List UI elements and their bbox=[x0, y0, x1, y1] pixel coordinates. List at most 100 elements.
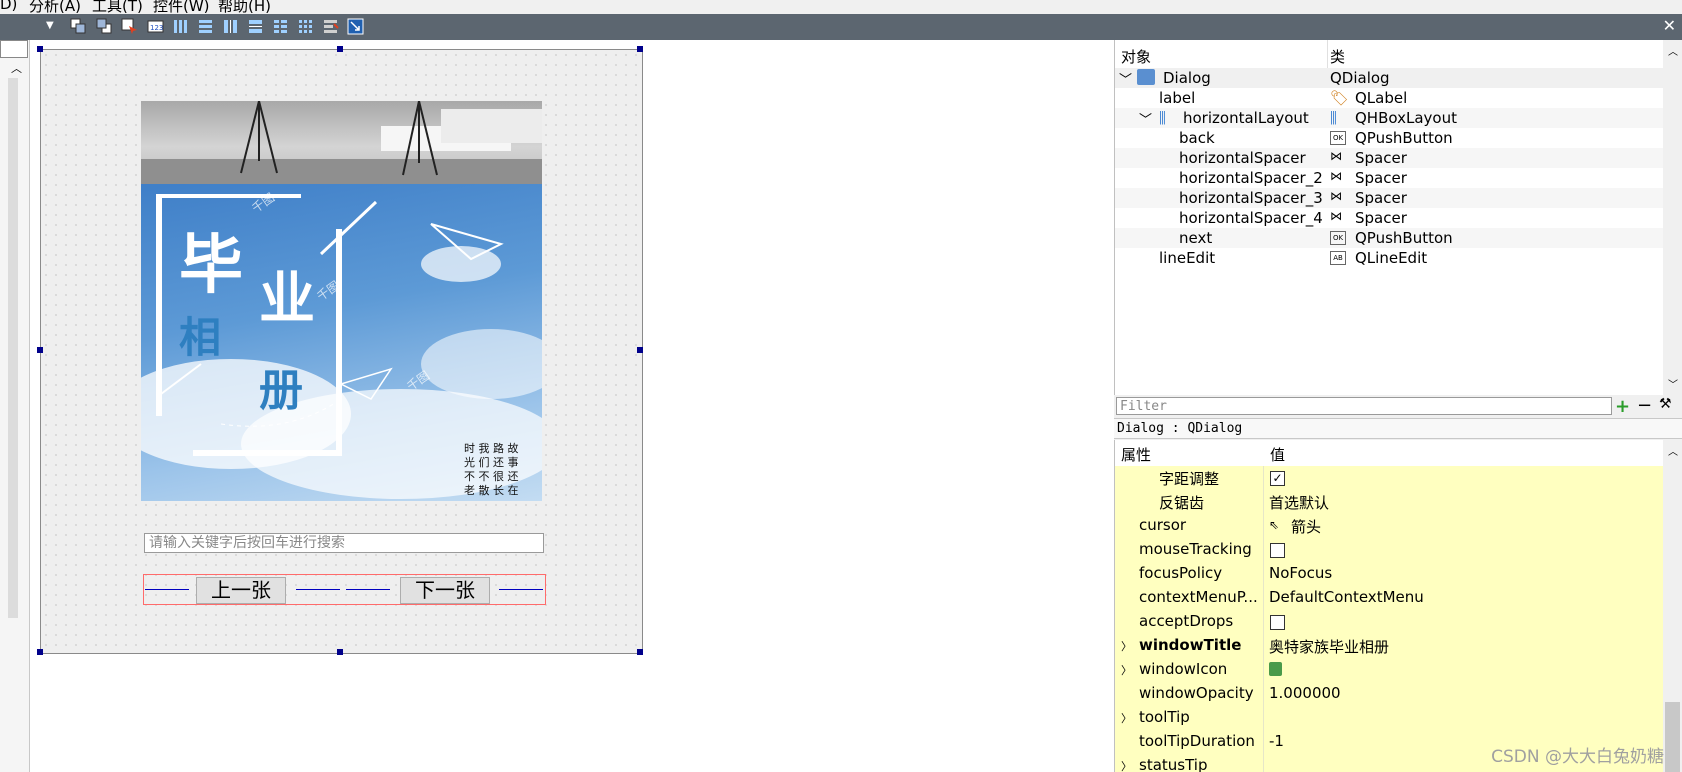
chevron-right-icon[interactable]: 〉 bbox=[1121, 758, 1132, 772]
remove-property-icon[interactable]: − bbox=[1637, 395, 1652, 416]
chevron-right-icon[interactable]: 〉 bbox=[1121, 662, 1132, 678]
object-row-next[interactable]: next OK QPushButton bbox=[1115, 228, 1664, 248]
chevron-down-icon[interactable]: ﹀ bbox=[1119, 69, 1132, 88]
kerning-checkbox[interactable]: ✓ bbox=[1270, 471, 1285, 486]
object-row-dialog[interactable]: ﹀ Dialog QDialog bbox=[1115, 68, 1664, 88]
property-row-acceptdrops[interactable]: acceptDrops bbox=[1115, 610, 1664, 635]
horizontal-spacer-3[interactable] bbox=[346, 589, 390, 592]
toolbar: ▼ 123 ✕ bbox=[0, 14, 1682, 40]
scroll-down-icon[interactable]: ﹀ bbox=[1668, 376, 1678, 391]
poster-char-2: 业 bbox=[259, 267, 315, 332]
layout-grid-icon[interactable] bbox=[297, 18, 314, 35]
property-filter-input[interactable]: Filter bbox=[1116, 397, 1612, 415]
menu-analyze[interactable]: 分析(A) bbox=[29, 0, 81, 14]
property-value[interactable]: 首选默认 bbox=[1269, 492, 1329, 513]
menu-help[interactable]: 帮助(H) bbox=[218, 0, 271, 14]
send-to-back-icon[interactable] bbox=[70, 18, 87, 35]
class-column-header[interactable]: 类 bbox=[1330, 46, 1345, 67]
horizontal-spacer-4[interactable] bbox=[499, 589, 543, 592]
edit-tab-order-icon[interactable]: 123 bbox=[147, 18, 164, 35]
room-scene-image bbox=[141, 101, 542, 184]
property-value[interactable]: DefaultContextMenu bbox=[1269, 588, 1424, 606]
object-row-horizontal-spacer[interactable]: horizontalSpacer ⋈ Spacer bbox=[1115, 148, 1664, 168]
mousetracking-checkbox[interactable] bbox=[1270, 543, 1285, 558]
selection-handle[interactable] bbox=[37, 347, 43, 353]
column-divider bbox=[1263, 754, 1264, 772]
property-value[interactable]: 奥特家族毕业相册 bbox=[1269, 636, 1389, 657]
property-column-header[interactable]: 属性 bbox=[1121, 444, 1151, 465]
property-value[interactable]: NoFocus bbox=[1269, 564, 1332, 582]
layout-splitter-horizontal-icon[interactable] bbox=[222, 18, 239, 35]
horizontal-spacer-2[interactable] bbox=[296, 589, 340, 592]
next-button[interactable]: 下一张 bbox=[400, 577, 490, 604]
widget-filter-field[interactable] bbox=[0, 40, 28, 58]
property-row-antialiasing[interactable]: 反锯齿 首选默认 bbox=[1115, 490, 1664, 515]
property-value[interactable]: -1 bbox=[1269, 732, 1284, 750]
property-row-windowicon[interactable]: 〉 windowIcon bbox=[1115, 658, 1664, 683]
layout-horizontal-icon[interactable] bbox=[172, 18, 189, 35]
chevron-right-icon[interactable]: 〉 bbox=[1121, 638, 1132, 654]
add-dynamic-property-icon[interactable]: + bbox=[1615, 396, 1630, 417]
property-row-cursor[interactable]: cursor ⇖ 箭头 bbox=[1115, 514, 1664, 539]
horizontal-spacer[interactable] bbox=[145, 589, 189, 592]
horizontal-layout[interactable]: 上一张 下一张 bbox=[143, 574, 546, 605]
adjust-size-icon[interactable] bbox=[347, 18, 364, 35]
layout-vertical-icon[interactable] bbox=[197, 18, 214, 35]
object-column-header[interactable]: 对象 bbox=[1121, 46, 1151, 67]
scroll-up-icon[interactable]: ︿ bbox=[1668, 43, 1678, 58]
toolbar-overflow-icon[interactable]: ▼ bbox=[46, 20, 63, 37]
scroll-up-icon[interactable]: ︿ bbox=[1668, 443, 1678, 458]
object-row-back[interactable]: back OK QPushButton bbox=[1115, 128, 1664, 148]
object-name: horizontalSpacer_4 bbox=[1179, 209, 1323, 227]
search-input[interactable]: 请输入关键字后按回车进行搜索 bbox=[144, 533, 544, 553]
property-row-windowtitle[interactable]: 〉 windowTitle 奥特家族毕业相册 bbox=[1115, 634, 1664, 659]
property-name: windowOpacity bbox=[1139, 684, 1254, 702]
selection-handle[interactable] bbox=[37, 46, 43, 52]
selection-handle[interactable] bbox=[337, 46, 343, 52]
menu-widgets[interactable]: 控件(W) bbox=[153, 0, 210, 14]
prev-button[interactable]: 上一张 bbox=[196, 577, 286, 604]
column-divider bbox=[1263, 706, 1264, 730]
selection-handle[interactable] bbox=[637, 347, 643, 353]
widget-box-scrollbar[interactable] bbox=[8, 78, 18, 618]
scrollbar-thumb[interactable] bbox=[1665, 702, 1680, 772]
selection-handle[interactable] bbox=[37, 649, 43, 655]
property-row-focuspolicy[interactable]: focusPolicy NoFocus bbox=[1115, 562, 1664, 587]
edit-signals-icon[interactable] bbox=[121, 18, 138, 35]
object-row-lineedit[interactable]: lineEdit AB QLineEdit bbox=[1115, 248, 1664, 268]
property-row-windowopacity[interactable]: windowOpacity 1.000000 bbox=[1115, 682, 1664, 707]
selection-handle[interactable] bbox=[337, 649, 343, 655]
value-column-header[interactable]: 值 bbox=[1270, 444, 1285, 465]
object-class: QPushButton bbox=[1355, 129, 1453, 147]
object-row-label[interactable]: label 🏷 QLabel bbox=[1115, 88, 1664, 108]
property-row-contextmenupolicy[interactable]: contextMenuP... DefaultContextMenu bbox=[1115, 586, 1664, 611]
chevron-right-icon[interactable]: 〉 bbox=[1121, 710, 1132, 726]
configure-icon[interactable]: ⚒ bbox=[1659, 396, 1672, 412]
layout-splitter-vertical-icon[interactable] bbox=[247, 18, 264, 35]
menu-prev[interactable]: D) bbox=[0, 0, 17, 13]
property-row-mousetracking[interactable]: mouseTracking bbox=[1115, 538, 1664, 563]
object-row-horizontal-spacer-2[interactable]: horizontalSpacer_2 ⋈ Spacer bbox=[1115, 168, 1664, 188]
object-inspector-scrollbar[interactable]: ︿ ﹀ bbox=[1663, 40, 1682, 395]
menu-tools[interactable]: 工具(T) bbox=[92, 0, 143, 14]
property-row-tooltip[interactable]: 〉 toolTip bbox=[1115, 706, 1664, 731]
column-divider bbox=[1263, 658, 1264, 682]
property-value[interactable]: 箭头 bbox=[1291, 516, 1321, 537]
property-value[interactable]: 1.000000 bbox=[1269, 684, 1341, 702]
bring-to-front-icon[interactable] bbox=[96, 18, 113, 35]
property-editor-scrollbar[interactable]: ︿ bbox=[1663, 440, 1682, 772]
chevron-down-icon[interactable]: ﹀ bbox=[1139, 109, 1152, 128]
break-layout-icon[interactable] bbox=[322, 18, 339, 35]
object-row-horizontal-spacer-4[interactable]: horizontalSpacer_4 ⋈ Spacer bbox=[1115, 208, 1664, 228]
acceptdrops-checkbox[interactable] bbox=[1270, 615, 1285, 630]
selection-handle[interactable] bbox=[637, 649, 643, 655]
close-icon[interactable]: ✕ bbox=[1663, 16, 1676, 35]
scroll-up-icon[interactable]: ︿ bbox=[11, 60, 22, 76]
object-row-horizontal-spacer-3[interactable]: horizontalSpacer_3 ⋈ Spacer bbox=[1115, 188, 1664, 208]
column-divider bbox=[1263, 586, 1264, 610]
object-row-horizontal-layout[interactable]: ﹀ ⫼ horizontalLayout ⫼ QHBoxLayout bbox=[1115, 108, 1664, 128]
photo-label[interactable]: 毕 业 相 册 时 我 路 故 光 们 还 事 不 不 很 还 老 散 长 在 … bbox=[141, 101, 542, 501]
property-row-kerning[interactable]: 字距调整 ✓ bbox=[1115, 466, 1664, 491]
layout-form-icon[interactable] bbox=[272, 18, 289, 35]
selection-handle[interactable] bbox=[637, 46, 643, 52]
